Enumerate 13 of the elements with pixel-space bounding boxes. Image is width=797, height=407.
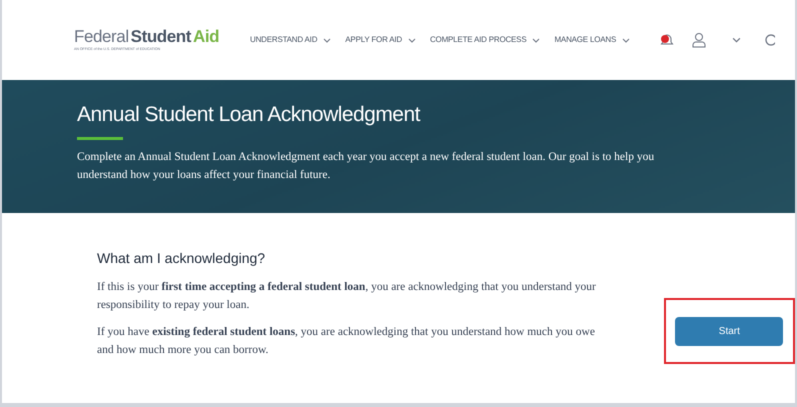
nav-menu-item[interactable]: COMPLETE AID PROCESS <box>430 34 540 46</box>
section-paragraph: If this is your first time accepting a federal student loan, you are acknowledging that you understand your responsibility to repay your loan. <box>97 280 597 313</box>
section-heading: What am I acknowledging? <box>97 249 266 268</box>
section-paragraph: If you have existing federal student loans, you are acknowledging that you understand how much you owe and how much more you can borrow. <box>97 325 596 358</box>
page-title: Annual Student Loan Acknowledgment <box>77 102 422 128</box>
logo-text: Federal <box>74 28 129 45</box>
logo-text: Student <box>130 28 191 45</box>
logo-text: Aid <box>192 28 220 45</box>
banner-description: Complete an Annual Student Loan Acknowledgment each year you accept a new federal student loan. Our goal is to help you understand how your loans affect your financial future. <box>77 150 656 184</box>
start-button[interactable]: Start <box>675 316 784 346</box>
nav-menu-item[interactable]: UNDERSTAND AID <box>250 34 332 46</box>
nav-menu-item[interactable]: APPLY FOR AID <box>345 34 416 46</box>
nav-menu-item[interactable]: MANAGE LOANS <box>554 34 630 46</box>
